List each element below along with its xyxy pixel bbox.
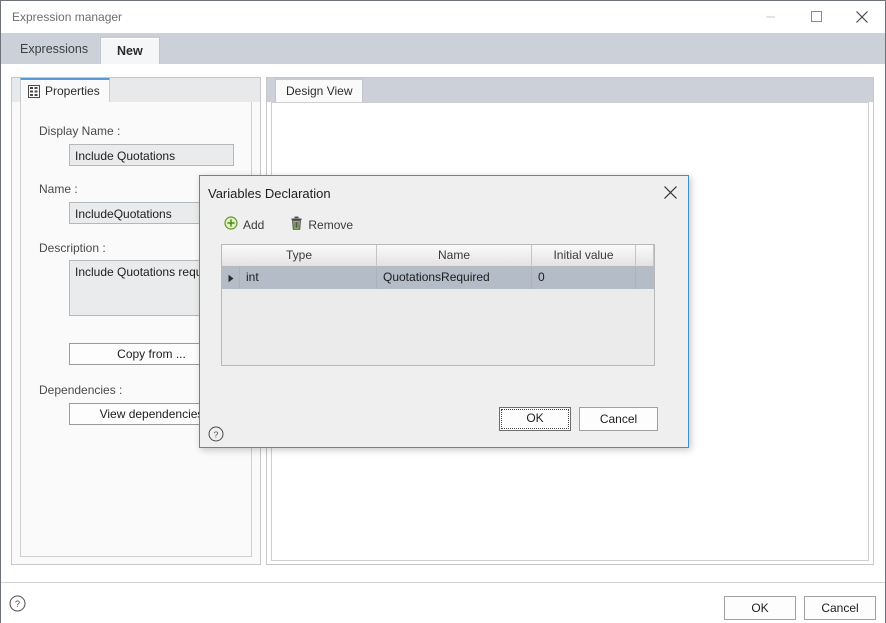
properties-tab-label: Properties bbox=[45, 84, 100, 98]
add-icon bbox=[224, 216, 238, 233]
dialog-close-icon[interactable] bbox=[656, 180, 684, 204]
column-header-spacer bbox=[636, 245, 654, 267]
cell-name[interactable]: QuotationsRequired bbox=[377, 267, 532, 289]
svg-text:?: ? bbox=[214, 429, 219, 439]
dependencies-label: Dependencies : bbox=[39, 383, 123, 397]
column-header-name[interactable]: Name bbox=[377, 245, 532, 267]
trash-icon bbox=[290, 216, 303, 233]
display-name-label: Display Name : bbox=[39, 124, 121, 138]
design-tabrow: Design View bbox=[267, 78, 873, 102]
grid-header-row: Type Name Initial value bbox=[222, 245, 654, 267]
tab-properties[interactable]: Properties bbox=[20, 78, 110, 102]
variables-declaration-dialog: Variables Declaration Add Remove Type Na… bbox=[199, 175, 689, 448]
expression-manager-window: Expression manager Expressions New Prope… bbox=[0, 0, 886, 623]
name-label: Name : bbox=[39, 182, 78, 196]
add-label: Add bbox=[243, 217, 265, 232]
column-header-type[interactable]: Type bbox=[222, 245, 377, 267]
tab-expressions[interactable]: Expressions bbox=[4, 36, 105, 64]
description-label: Description : bbox=[39, 241, 106, 255]
minimize-icon[interactable] bbox=[747, 1, 793, 32]
footer-ok-button[interactable]: OK bbox=[724, 596, 796, 620]
dialog-cancel-button[interactable]: Cancel bbox=[579, 407, 658, 431]
row-expander-icon[interactable] bbox=[222, 267, 240, 289]
close-icon[interactable] bbox=[839, 1, 885, 32]
window-title: Expression manager bbox=[12, 10, 123, 24]
remove-button[interactable]: Remove bbox=[290, 216, 353, 233]
dialog-toolbar: Add Remove bbox=[224, 216, 353, 233]
help-icon[interactable]: ? bbox=[9, 595, 26, 615]
maximize-icon[interactable] bbox=[793, 1, 839, 32]
cell-type[interactable]: int bbox=[240, 267, 377, 289]
cell-initial-value[interactable]: 0 bbox=[532, 267, 636, 289]
window-footer: ? OK Cancel bbox=[1, 582, 885, 623]
properties-document-icon bbox=[28, 84, 40, 98]
dialog-help-icon[interactable]: ? bbox=[208, 426, 224, 445]
tab-design-view[interactable]: Design View bbox=[275, 78, 364, 102]
table-row[interactable]: int QuotationsRequired 0 bbox=[222, 267, 654, 289]
dialog-ok-button[interactable]: OK bbox=[499, 407, 571, 431]
properties-tabrow: Properties bbox=[12, 78, 260, 102]
remove-label: Remove bbox=[308, 217, 354, 232]
footer-cancel-button[interactable]: Cancel bbox=[804, 596, 876, 620]
window-titlebar: Expression manager bbox=[1, 1, 885, 33]
variables-grid[interactable]: Type Name Initial value int QuotationsRe… bbox=[221, 244, 655, 366]
tab-new[interactable]: New bbox=[100, 36, 160, 64]
main-tabstrip: Expressions New bbox=[1, 33, 885, 64]
display-name-input[interactable]: Include Quotations bbox=[69, 144, 234, 166]
dialog-title: Variables Declaration bbox=[208, 186, 331, 201]
column-header-initial-value[interactable]: Initial value bbox=[532, 245, 636, 267]
add-button[interactable]: Add bbox=[224, 216, 264, 233]
window-controls bbox=[747, 1, 885, 33]
svg-text:?: ? bbox=[15, 599, 20, 609]
